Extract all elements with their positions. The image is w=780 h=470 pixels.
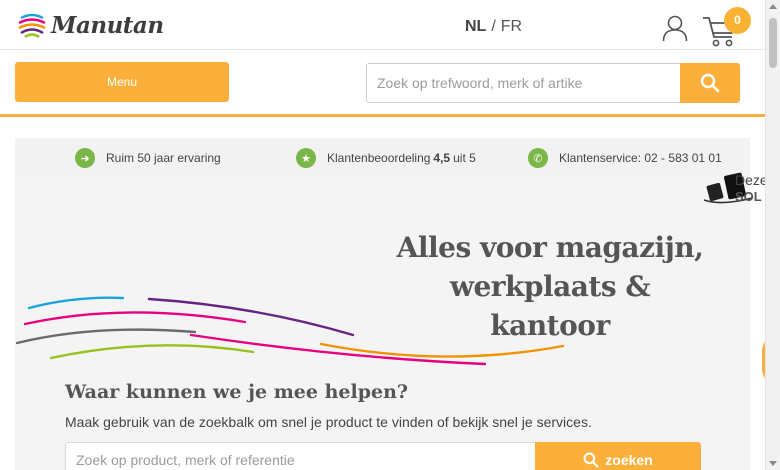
arrow-right-icon: ➜ — [75, 148, 95, 168]
page: Manutan NL / FR 0 Menu ➜ — [0, 0, 780, 470]
header-search — [366, 63, 740, 103]
usp-rating-value: 4,5 — [433, 151, 451, 165]
help-subtitle: Maak gebruik van de zoekbalk om snel je … — [65, 414, 592, 430]
lang-fr-link[interactable]: FR — [501, 18, 522, 35]
lang-separator: / — [491, 18, 496, 35]
usp-rating[interactable]: ★ Klantenbeoordeling 4,5 uit 5 — [296, 148, 476, 168]
usp-customer-service[interactable]: ✆ Klantenservice: 02 - 583 01 01 — [528, 148, 722, 168]
logo-text: Manutan — [51, 11, 164, 39]
scroll-up-arrow-icon[interactable] — [769, 4, 777, 9]
floating-promo-line1[interactable]: Deze — [735, 172, 768, 188]
usp-experience: ➜ Ruim 50 jaar ervaring — [75, 148, 221, 168]
header-divider — [0, 114, 765, 117]
usp-experience-text: Ruim 50 jaar ervaring — [106, 151, 221, 165]
header-search-input[interactable] — [367, 64, 679, 102]
phone-icon: ✆ — [528, 148, 548, 168]
header-search-button[interactable] — [680, 63, 740, 103]
help-title: Waar kunnen we je mee helpen? — [65, 381, 409, 403]
cart-count-badge[interactable]: 0 — [724, 7, 751, 34]
usp-rating-text: Klantenbeoordeling — [327, 151, 431, 165]
scrollbar-thumb[interactable] — [769, 18, 777, 68]
usp-bar: ➜ Ruim 50 jaar ervaring ★ Klantenbeoorde… — [15, 138, 750, 178]
scroll-down-arrow-icon[interactable] — [769, 461, 777, 466]
search-icon — [700, 73, 720, 93]
manutan-logo[interactable]: Manutan — [17, 10, 164, 40]
decorative-lines-graphic — [15, 296, 565, 366]
lang-nl-link[interactable]: NL — [465, 18, 486, 35]
page-scrollbar[interactable] — [765, 0, 780, 470]
usp-customer-service-text: Klantenservice: 02 - 583 01 01 — [559, 151, 722, 165]
hero-banner: Alles voor magazijn, werkplaats & kantoo… — [15, 178, 750, 470]
usp-rating-suffix: uit 5 — [453, 151, 476, 165]
star-icon: ★ — [296, 148, 316, 168]
site-header: Manutan NL / FR 0 — [0, 0, 765, 50]
hero-search-button[interactable]: zoeken — [535, 442, 701, 470]
hero-title-line1: Alles voor magazijn, — [396, 231, 704, 264]
menu-button[interactable]: Menu — [15, 62, 229, 102]
hero-search-button-label: zoeken — [605, 452, 653, 468]
search-icon — [583, 452, 599, 468]
hero-search: zoeken — [65, 442, 701, 470]
language-switcher: NL / FR — [465, 18, 522, 36]
floating-promo-line2[interactable]: SOL — [735, 189, 762, 204]
account-icon[interactable] — [662, 14, 688, 42]
logo-mark-icon — [18, 13, 46, 39]
hero-search-input[interactable] — [66, 443, 534, 470]
